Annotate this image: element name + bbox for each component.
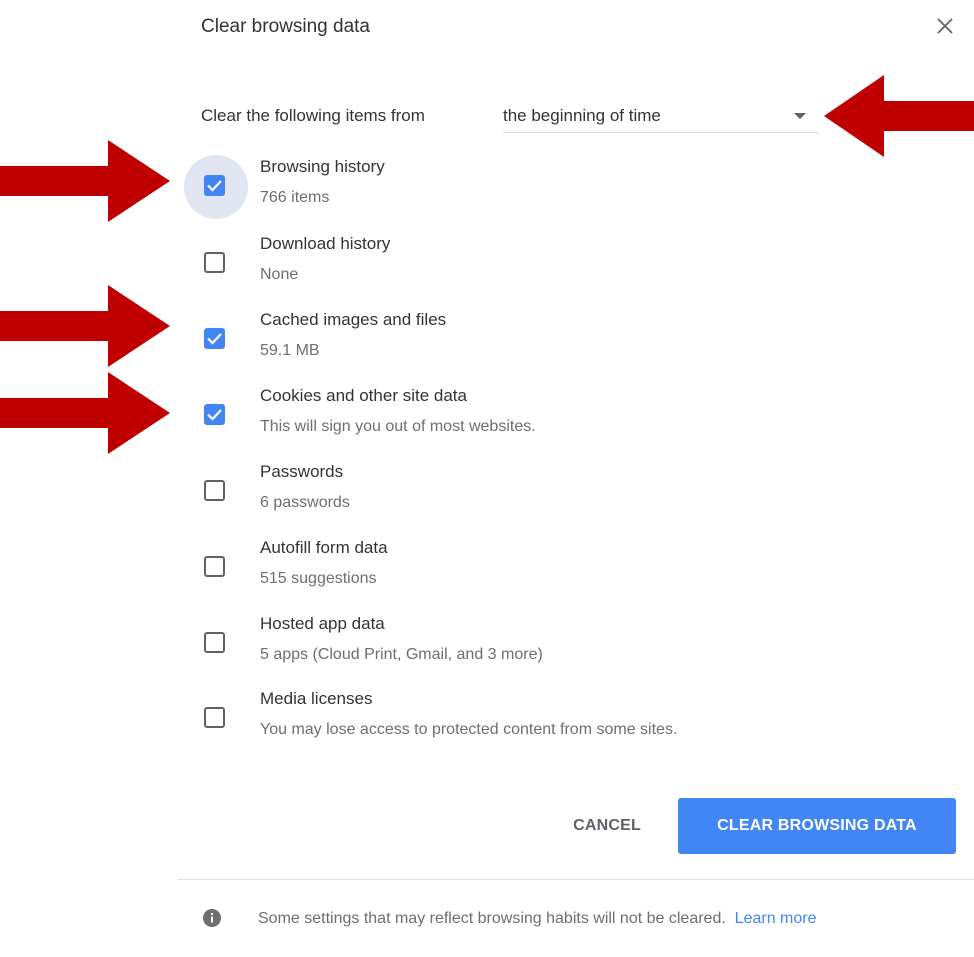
checkbox-wrap [182, 155, 248, 221]
time-range-label: Clear the following items from [201, 106, 425, 125]
item-cookies: Cookies and other site data This will si… [182, 384, 822, 448]
item-title: Cookies and other site data [260, 386, 467, 405]
divider [178, 879, 974, 880]
item-media-licenses: Media licenses You may lose access to pr… [182, 687, 822, 751]
checkbox-wrap [182, 232, 248, 298]
item-subtitle: 766 items [260, 189, 330, 206]
item-title: Media licenses [260, 689, 373, 708]
autofill-checkbox[interactable] [204, 556, 225, 577]
item-subtitle: 5 apps (Cloud Print, Gmail, and 3 more) [260, 646, 543, 663]
item-title: Cached images and files [260, 310, 447, 329]
check-icon [207, 180, 222, 192]
info-icon [203, 909, 221, 927]
annotation-arrow-right-icon [0, 140, 170, 222]
item-passwords: Passwords 6 passwords [182, 460, 822, 524]
footer-note: Some settings that may reflect browsing … [258, 904, 948, 934]
annotation-arrow-right-icon [0, 285, 170, 367]
item-subtitle: 59.1 MB [260, 342, 320, 359]
checkbox-wrap [182, 536, 248, 602]
footer-note-text: Some settings that may reflect browsing … [258, 910, 726, 927]
checkbox-wrap [182, 308, 248, 374]
item-subtitle: None [260, 266, 299, 283]
item-autofill: Autofill form data 515 suggestions [182, 536, 822, 600]
item-title: Hosted app data [260, 614, 385, 633]
clear-browsing-data-button[interactable]: CLEAR BROWSING DATA [678, 798, 956, 854]
cancel-button[interactable]: CANCEL [548, 798, 666, 854]
annotation-arrow-right-icon [0, 372, 170, 454]
item-subtitle: This will sign you out of most websites. [260, 418, 536, 435]
item-download-history: Download history None [182, 232, 822, 296]
caret-down-icon [794, 113, 806, 119]
dialog-title: Clear browsing data [201, 16, 370, 37]
checkbox-wrap [182, 460, 248, 526]
checkbox-wrap [182, 384, 248, 450]
item-title: Passwords [260, 462, 344, 481]
item-subtitle: 6 passwords [260, 494, 350, 511]
item-title: Download history [260, 234, 391, 253]
item-subtitle: 515 suggestions [260, 570, 377, 587]
check-icon [207, 409, 222, 421]
cookies-checkbox[interactable] [204, 404, 225, 425]
cached-images-checkbox[interactable] [204, 328, 225, 349]
passwords-checkbox[interactable] [204, 480, 225, 501]
hosted-app-data-checkbox[interactable] [204, 632, 225, 653]
time-range-value: the beginning of time [503, 106, 661, 125]
browsing-history-checkbox[interactable] [204, 175, 225, 196]
close-icon[interactable] [933, 14, 957, 38]
checkbox-wrap [182, 687, 248, 753]
learn-more-link[interactable]: Learn more [735, 910, 817, 927]
time-range-row: Clear the following items from the begin… [201, 104, 821, 133]
item-title: Browsing history [260, 157, 385, 176]
item-browsing-history: Browsing history 766 items [182, 155, 822, 219]
media-licenses-checkbox[interactable] [204, 707, 225, 728]
time-range-dropdown[interactable]: the beginning of time [503, 104, 819, 133]
download-history-checkbox[interactable] [204, 252, 225, 273]
item-subtitle: You may lose access to protected content… [260, 721, 678, 738]
item-cached-images: Cached images and files 59.1 MB [182, 308, 822, 372]
item-title: Autofill form data [260, 538, 388, 557]
annotation-arrow-left-icon [824, 75, 974, 157]
check-icon [207, 333, 222, 345]
item-hosted-app-data: Hosted app data 5 apps (Cloud Print, Gma… [182, 612, 822, 676]
checkbox-wrap [182, 612, 248, 678]
